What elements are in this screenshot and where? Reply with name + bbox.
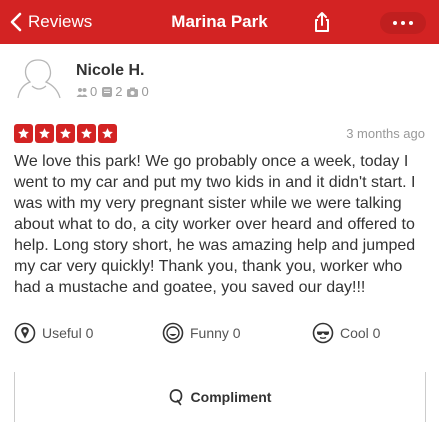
funny-button[interactable]: Funny 0 bbox=[162, 319, 241, 347]
funny-icon bbox=[162, 322, 184, 344]
compliment-icon bbox=[169, 389, 182, 406]
share-icon[interactable] bbox=[310, 10, 334, 34]
more-options-button[interactable] bbox=[380, 12, 426, 34]
reviews-icon bbox=[102, 86, 113, 97]
review-text: We love this park! We go probably once a… bbox=[14, 153, 416, 296]
back-button-label: Reviews bbox=[28, 12, 93, 31]
reviewer-name[interactable]: Nicole H. bbox=[76, 62, 144, 80]
photos-count: 0 bbox=[126, 84, 149, 99]
avatar-placeholder-icon bbox=[17, 59, 61, 99]
star-rating bbox=[14, 124, 119, 143]
review-reactions: Useful 0 Funny 0 Cool 0 bbox=[0, 319, 439, 347]
star-icon bbox=[77, 124, 96, 143]
reviewer-stats: 0 2 0 bbox=[76, 84, 153, 99]
friends-icon bbox=[76, 87, 88, 97]
useful-button[interactable]: Useful 0 bbox=[14, 319, 93, 347]
back-button[interactable]: Reviews bbox=[6, 0, 92, 44]
review-date: 3 months ago bbox=[346, 126, 425, 141]
compliment-button[interactable]: Compliment bbox=[15, 386, 425, 408]
compliment-label: Compliment bbox=[190, 389, 272, 405]
useful-icon bbox=[14, 322, 36, 344]
star-icon bbox=[56, 124, 75, 143]
reviews-count: 2 bbox=[101, 84, 122, 99]
avatar[interactable] bbox=[14, 56, 64, 106]
cool-label: Cool 0 bbox=[340, 325, 381, 341]
friends-count: 0 bbox=[76, 84, 97, 99]
photos-icon bbox=[127, 87, 139, 97]
funny-label: Funny 0 bbox=[190, 325, 241, 341]
compliment-section: Compliment bbox=[14, 372, 426, 422]
star-icon bbox=[98, 124, 117, 143]
star-icon bbox=[35, 124, 54, 143]
cool-button[interactable]: Cool 0 bbox=[312, 319, 380, 347]
top-navigation-bar: Reviews Marina Park bbox=[0, 0, 439, 44]
star-icon bbox=[14, 124, 33, 143]
chevron-left-icon bbox=[6, 0, 26, 44]
more-icon bbox=[393, 21, 397, 25]
cool-icon bbox=[312, 322, 334, 344]
useful-label: Useful 0 bbox=[42, 325, 94, 341]
